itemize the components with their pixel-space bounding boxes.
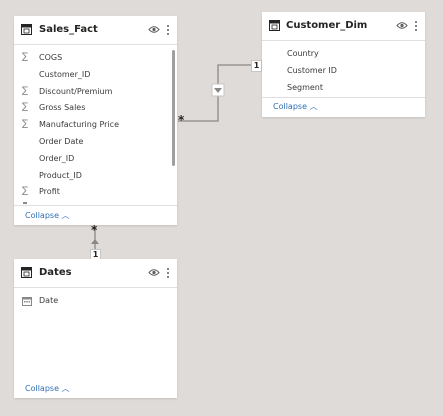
table-card-sales-fact[interactable]: Sales_Fact ∑ COGS Customer_ID ∑ Discount… bbox=[14, 16, 177, 225]
eye-icon[interactable] bbox=[148, 25, 160, 34]
field-row[interactable]: ∑ Profit bbox=[14, 183, 164, 200]
card-divider bbox=[262, 97, 425, 98]
field-row[interactable]: ∑ Gross Sales bbox=[14, 99, 164, 116]
field-label: Customer_ID bbox=[39, 70, 91, 79]
table-title: Customer_Dim bbox=[286, 20, 368, 31]
field-row[interactable]: ∑ COGS bbox=[14, 49, 164, 66]
field-row[interactable]: Customer ID bbox=[262, 62, 412, 79]
more-options-icon[interactable] bbox=[414, 20, 418, 32]
collapse-link[interactable]: Collapse ︿ bbox=[25, 210, 70, 221]
sigma-icon: ∑ bbox=[22, 102, 29, 112]
field-row[interactable]: Order_ID bbox=[14, 150, 164, 167]
field-row[interactable]: Country bbox=[262, 45, 412, 62]
field-label: Country bbox=[287, 49, 319, 58]
cardinality-many-sales-customer: * bbox=[178, 113, 185, 127]
table-card-dates[interactable]: Dates Date Collapse ︿ bbox=[14, 259, 177, 398]
chevron-up-icon: ︿ bbox=[309, 102, 318, 111]
partial-field-row bbox=[23, 202, 27, 204]
field-row[interactable]: Product_ID bbox=[14, 167, 164, 184]
field-row[interactable]: Order Date bbox=[14, 133, 164, 150]
field-label: Order Date bbox=[39, 137, 84, 146]
field-label: Product_ID bbox=[39, 171, 82, 180]
table-card-customer-dim[interactable]: Customer_Dim Country Customer ID Segment… bbox=[262, 12, 425, 117]
field-row[interactable]: Date bbox=[14, 292, 164, 309]
field-label: Profit bbox=[39, 187, 60, 196]
cardinality-many-sales-dates: * bbox=[91, 223, 98, 237]
table-header[interactable]: Customer_Dim bbox=[262, 12, 425, 41]
field-row[interactable]: ∑ Discount/Premium bbox=[14, 83, 164, 100]
sigma-icon: ∑ bbox=[22, 119, 29, 129]
cardinality-one-customer: 1 bbox=[251, 60, 262, 72]
chevron-up-icon: ︿ bbox=[61, 384, 70, 393]
table-icon bbox=[21, 267, 32, 278]
eye-icon[interactable] bbox=[396, 21, 408, 30]
table-icon bbox=[21, 24, 32, 35]
vertical-scrollbar[interactable] bbox=[172, 50, 175, 166]
table-header[interactable]: Dates bbox=[14, 259, 177, 288]
calendar-icon bbox=[22, 297, 32, 306]
collapse-link[interactable]: Collapse ︿ bbox=[273, 101, 318, 112]
field-row[interactable]: Segment bbox=[262, 79, 412, 96]
field-row[interactable]: ∑ Manufacturing Price bbox=[14, 116, 164, 133]
more-options-icon[interactable] bbox=[166, 267, 170, 279]
table-title: Sales_Fact bbox=[39, 24, 98, 35]
field-row[interactable]: Customer_ID bbox=[14, 66, 164, 83]
field-label: Manufacturing Price bbox=[39, 120, 119, 129]
table-header[interactable]: Sales_Fact bbox=[14, 16, 177, 45]
filter-direction-up-icon bbox=[91, 239, 99, 244]
collapse-link[interactable]: Collapse ︿ bbox=[25, 383, 70, 394]
card-divider bbox=[14, 205, 177, 206]
field-label: Order_ID bbox=[39, 154, 75, 163]
table-title: Dates bbox=[39, 267, 72, 278]
table-icon bbox=[269, 20, 280, 31]
more-options-icon[interactable] bbox=[166, 24, 170, 36]
field-label: Discount/Premium bbox=[39, 87, 113, 96]
sigma-icon: ∑ bbox=[22, 86, 29, 96]
sigma-icon: ∑ bbox=[22, 52, 29, 62]
field-label: Segment bbox=[287, 83, 323, 92]
eye-icon[interactable] bbox=[148, 268, 160, 277]
sigma-icon: ∑ bbox=[22, 186, 29, 196]
field-label: Customer ID bbox=[287, 66, 337, 75]
field-label: Gross Sales bbox=[39, 103, 86, 112]
field-label: COGS bbox=[39, 53, 63, 62]
field-label: Date bbox=[39, 296, 59, 305]
chevron-up-icon: ︿ bbox=[61, 211, 70, 220]
